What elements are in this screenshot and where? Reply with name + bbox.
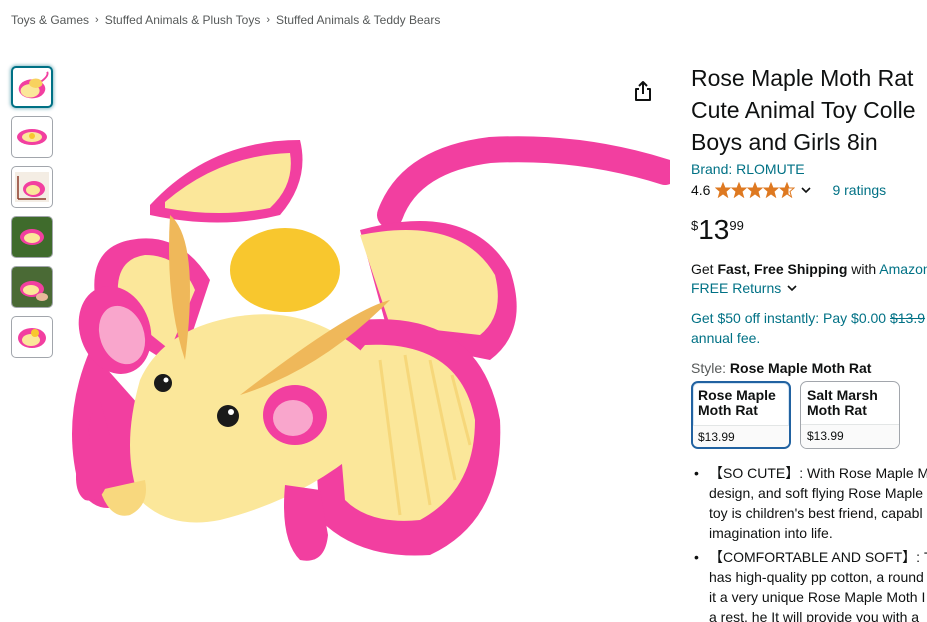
credit-card-promo[interactable]: Get $50 off instantly: Pay $0.00 $13.9 a… bbox=[691, 308, 927, 348]
chevron-down-icon[interactable] bbox=[800, 184, 812, 196]
chevron-down-icon bbox=[787, 285, 797, 292]
plush-thumbnail-icon bbox=[15, 172, 49, 202]
shipping-fast-text: Fast, Free Shipping bbox=[717, 261, 848, 277]
product-title-line-1: Rose Maple Moth Rat bbox=[691, 65, 914, 91]
breadcrumb: Toys & Games › Stuffed Animals & Plush T… bbox=[11, 13, 440, 27]
share-icon[interactable] bbox=[631, 79, 655, 103]
promo-text: Get $50 off instantly: Pay $0.00 bbox=[691, 310, 890, 326]
swatch-name: Rose Maple Moth Rat bbox=[698, 387, 776, 418]
thumbnail-1[interactable] bbox=[11, 66, 53, 108]
shipping-with-text: with bbox=[847, 261, 880, 277]
thumbnail-4[interactable] bbox=[11, 216, 53, 258]
star-rating-icon[interactable] bbox=[715, 182, 796, 198]
swatch-name: Salt Marsh Moth Rat bbox=[807, 387, 878, 418]
product-main-image[interactable] bbox=[60, 120, 670, 610]
thumbnail-6[interactable] bbox=[11, 316, 53, 358]
feature-bullet-line: it a very unique Rose Maple Moth I bbox=[709, 589, 926, 605]
feature-bullet-line: has high-quality pp cotton, a round bbox=[709, 569, 924, 585]
product-title-line-3: Boys and Girls 8in bbox=[691, 129, 878, 155]
breadcrumb-toys-games[interactable]: Toys & Games bbox=[11, 13, 89, 27]
breadcrumb-teddy-bears[interactable]: Stuffed Animals & Teddy Bears bbox=[276, 13, 440, 27]
feature-bullet: 【SO CUTE】: With Rose Maple Mo design, an… bbox=[691, 463, 927, 543]
amazon-prime-link[interactable]: Amazon bbox=[879, 261, 927, 277]
feature-bullet-line: imagination into life. bbox=[709, 525, 833, 541]
style-swatch-salt-marsh[interactable]: Salt Marsh Moth Rat $13.99 bbox=[800, 381, 900, 449]
breadcrumb-separator: › bbox=[266, 14, 271, 26]
price-fraction: 99 bbox=[729, 218, 744, 233]
style-label-prefix: Style: bbox=[691, 360, 730, 376]
rating-value: 4.6 bbox=[691, 182, 711, 198]
thumbnail-5[interactable] bbox=[11, 266, 53, 308]
star-icon bbox=[779, 182, 796, 198]
plush-thumbnail-icon bbox=[17, 129, 47, 145]
price-symbol: $ bbox=[691, 218, 699, 233]
star-icon bbox=[747, 182, 764, 198]
swatch-price: $13.99 bbox=[693, 425, 789, 447]
style-swatch-rose-maple[interactable]: Rose Maple Moth Rat $13.99 bbox=[691, 381, 791, 449]
plush-thumbnail-icon bbox=[12, 217, 52, 257]
plush-thumbnail-icon bbox=[18, 71, 49, 99]
thumbnail-strip bbox=[11, 66, 53, 366]
feature-bullet-line: toy is children's best friend, capabl bbox=[709, 505, 923, 521]
shipping-get-text: Get bbox=[691, 261, 718, 277]
free-returns[interactable]: FREE Returns bbox=[691, 278, 927, 298]
star-icon bbox=[763, 182, 780, 198]
star-icon bbox=[715, 182, 732, 198]
thumbnail-3[interactable] bbox=[11, 166, 53, 208]
rating-row: 4.6 9 ratings bbox=[691, 180, 927, 200]
feature-bullet-line: design, and soft flying Rose Maple bbox=[709, 485, 924, 501]
feature-bullet: 【COMFORTABLE AND SOFT】: Th has high-qual… bbox=[691, 547, 927, 622]
shipping-info: Get Fast, Free Shipping with Amazon bbox=[691, 260, 927, 278]
feature-bullet-line: 【SO CUTE】: With Rose Maple Mo bbox=[709, 465, 927, 481]
product-title-line-2: Cute Animal Toy Colle bbox=[691, 97, 916, 123]
swatch-price: $13.99 bbox=[801, 424, 899, 448]
style-selected-value: Rose Maple Moth Rat bbox=[729, 360, 872, 376]
ratings-count-link[interactable]: 9 ratings bbox=[832, 182, 886, 198]
plush-thumbnail-icon bbox=[12, 267, 52, 307]
thumbnail-2[interactable] bbox=[11, 116, 53, 158]
price: $ 13 99 bbox=[691, 214, 927, 250]
plush-thumbnail-icon bbox=[18, 328, 46, 348]
style-selector-label: Style: Rose Maple Moth Rat bbox=[691, 358, 927, 378]
product-info: Rose Maple Moth Rat Cute Animal Toy Coll… bbox=[691, 62, 927, 622]
free-returns-label: FREE Returns bbox=[691, 280, 782, 296]
breadcrumb-separator: › bbox=[95, 14, 99, 26]
star-icon bbox=[731, 182, 748, 198]
promo-text-line-2: annual fee. bbox=[691, 330, 761, 346]
product-title: Rose Maple Moth Rat Cute Animal Toy Coll… bbox=[691, 62, 927, 158]
promo-strike-price: $13.9 bbox=[889, 310, 926, 326]
breadcrumb-stuffed-animals-plush[interactable]: Stuffed Animals & Plush Toys bbox=[105, 13, 261, 27]
feature-bullet-line: 【COMFORTABLE AND SOFT】: Th bbox=[709, 549, 927, 565]
feature-bullets: 【SO CUTE】: With Rose Maple Mo design, an… bbox=[691, 463, 927, 622]
feature-bullet-line: a rest. he It will provide you with a bbox=[709, 609, 920, 622]
brand-link[interactable]: Brand: RLOMUTE bbox=[691, 160, 927, 178]
price-whole: 13 bbox=[698, 214, 730, 245]
style-swatches: Rose Maple Moth Rat $13.99 Salt Marsh Mo… bbox=[691, 381, 927, 449]
